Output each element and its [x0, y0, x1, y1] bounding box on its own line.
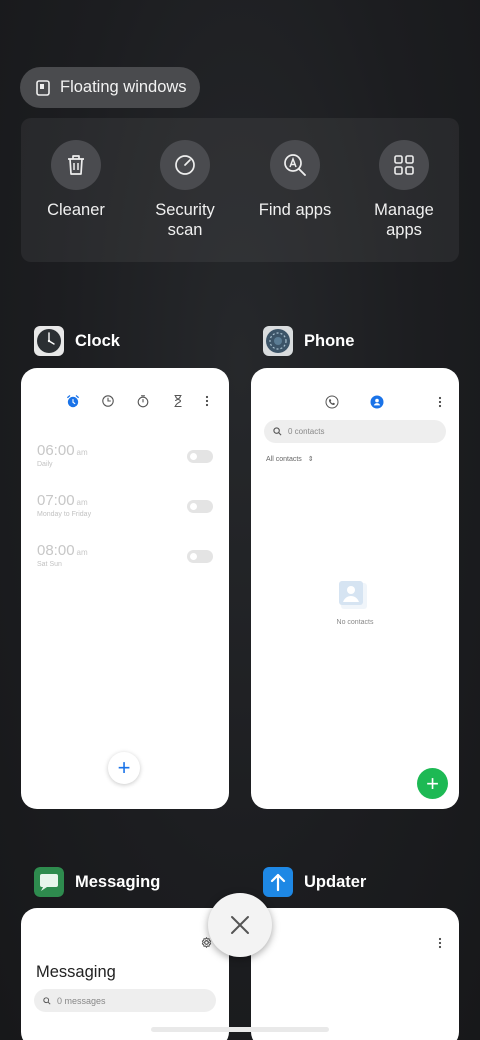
messaging-app-card[interactable]: Messaging 0 messages: [21, 908, 229, 1040]
close-icon: [231, 916, 249, 934]
contacts-filter-dropdown[interactable]: All contacts ⇕: [266, 455, 314, 464]
security-scan-label: Security scan: [155, 201, 215, 239]
messages-search-input[interactable]: 0 messages: [34, 989, 216, 1012]
security-scan-button[interactable]: Security scan: [130, 140, 240, 240]
phone-app-card[interactable]: 0 contacts All contacts ⇕ No contacts +: [251, 368, 459, 809]
alarm-item[interactable]: 07:00 am Monday to Friday: [37, 492, 91, 518]
quick-tools-panel: Cleaner Security scan Find apps Manage a…: [21, 118, 459, 262]
alarm-ampm: am: [76, 498, 88, 507]
trash-icon: [51, 140, 101, 190]
contacts-search-placeholder: 0 contacts: [288, 427, 325, 436]
more-options-icon[interactable]: [433, 936, 447, 950]
messaging-app-header[interactable]: Messaging: [34, 867, 160, 897]
empty-contacts-icon: [339, 581, 369, 611]
updater-app-icon: [263, 867, 293, 897]
manage-apps-label: Manage apps: [374, 201, 434, 239]
alarm-time: 08:00: [37, 542, 75, 559]
alarm-toggle[interactable]: [187, 550, 213, 563]
messaging-title: Messaging: [36, 963, 116, 981]
add-contact-button[interactable]: +: [417, 768, 448, 799]
timer-tab-icon[interactable]: [171, 394, 185, 408]
sort-arrows-icon: ⇕: [307, 456, 314, 463]
alarm-tab-icon[interactable]: [66, 394, 80, 408]
world-clock-tab-icon[interactable]: [101, 394, 115, 408]
add-alarm-button[interactable]: +: [108, 752, 140, 784]
floating-windows-label: Floating windows: [60, 78, 187, 96]
phone-app-icon: [263, 326, 293, 356]
contacts-filter-label: All contacts: [266, 455, 302, 463]
floating-windows-button[interactable]: Floating windows: [20, 67, 200, 108]
alarm-ampm: am: [76, 448, 88, 457]
alarm-toggle[interactable]: [187, 500, 213, 513]
alarm-days: Sat Sun: [37, 561, 62, 568]
alarm-item[interactable]: 06:00 am Daily: [37, 442, 88, 468]
messaging-app-name: Messaging: [75, 872, 161, 891]
updater-app-header[interactable]: Updater: [263, 867, 366, 897]
floating-window-icon: [35, 79, 51, 96]
alarm-toggle[interactable]: [187, 450, 213, 463]
alarm-time: 07:00: [37, 492, 75, 509]
phone-app-name: Phone: [304, 331, 355, 350]
alarm-days: Daily: [37, 461, 53, 468]
find-apps-label: Find apps: [258, 201, 332, 219]
find-apps-icon: [270, 140, 320, 190]
contacts-search-input[interactable]: 0 contacts: [264, 420, 446, 443]
close-all-button[interactable]: [208, 893, 272, 957]
messaging-app-icon: [34, 867, 64, 897]
clock-app-icon: [34, 326, 64, 356]
clock-app-name: Clock: [75, 331, 120, 350]
more-options-icon[interactable]: [433, 395, 447, 409]
messages-search-placeholder: 0 messages: [57, 995, 106, 1006]
empty-contacts-text: No contacts: [336, 619, 374, 626]
updater-app-name: Updater: [304, 872, 367, 891]
alarm-item[interactable]: 08:00 am Sat Sun: [37, 542, 88, 568]
cleaner-button[interactable]: Cleaner: [21, 140, 131, 220]
more-options-icon[interactable]: [200, 394, 214, 408]
clock-app-card[interactable]: 06:00 am Daily 07:00 am Monday to Friday 0…: [21, 368, 229, 809]
manage-apps-button[interactable]: Manage apps: [349, 140, 459, 240]
alarm-ampm: am: [76, 548, 88, 557]
home-indicator[interactable]: [151, 1027, 329, 1032]
find-apps-button[interactable]: Find apps: [240, 140, 350, 220]
search-icon: [273, 427, 282, 436]
alarm-time: 06:00: [37, 442, 75, 459]
updater-app-card[interactable]: [251, 908, 459, 1040]
dialer-tab-icon[interactable]: [325, 395, 339, 409]
grid-icon: [379, 140, 429, 190]
security-scan-icon: [160, 140, 210, 190]
clock-app-header[interactable]: Clock: [34, 326, 120, 356]
phone-app-header[interactable]: Phone: [263, 326, 354, 356]
search-icon: [43, 996, 51, 1005]
alarm-days: Monday to Friday: [37, 511, 92, 518]
stopwatch-tab-icon[interactable]: [136, 394, 150, 408]
contacts-tab-icon[interactable]: [370, 395, 384, 409]
cleaner-label: Cleaner: [47, 201, 105, 219]
